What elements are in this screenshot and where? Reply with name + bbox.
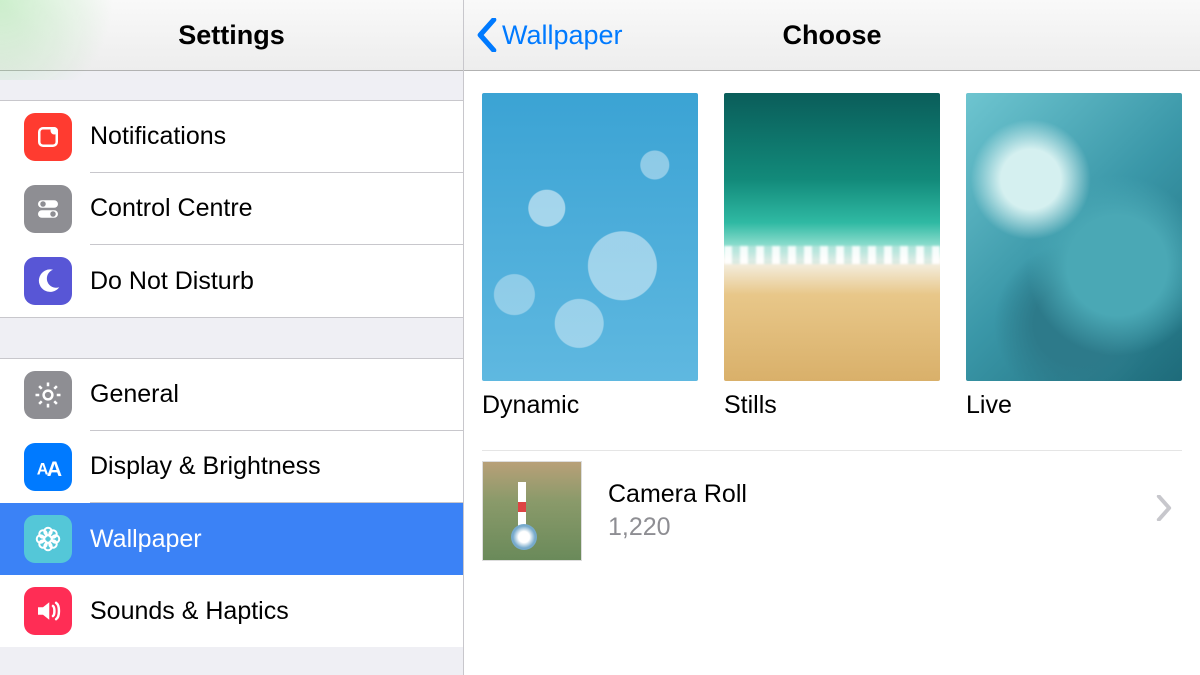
detail-body: Dynamic Stills Live Camera Roll 1,220: [464, 71, 1200, 570]
settings-sidebar: Settings Notifications Control Centre: [0, 0, 464, 675]
group-separator: [0, 71, 463, 101]
back-button[interactable]: Wallpaper: [464, 18, 623, 52]
sidebar-item-label: General: [90, 380, 179, 409]
category-label: Dynamic: [482, 391, 698, 420]
sidebar-item-label: Notifications: [90, 122, 226, 151]
general-icon: [24, 371, 72, 419]
detail-title: Choose: [782, 20, 881, 51]
sidebar-header: Settings: [0, 0, 463, 71]
do-not-disturb-icon: [24, 257, 72, 305]
app-root: Settings Notifications Control Centre: [0, 0, 1200, 675]
category-label: Live: [966, 391, 1182, 420]
category-label: Stills: [724, 391, 940, 420]
albums-list: Camera Roll 1,220: [482, 450, 1182, 570]
stills-thumbnail: [724, 93, 940, 381]
sidebar-item-label: Display & Brightness: [90, 452, 321, 481]
wallpaper-categories: Dynamic Stills Live: [482, 93, 1182, 420]
sidebar-item-sounds-haptics[interactable]: Sounds & Haptics: [0, 575, 463, 647]
album-thumbnail: [482, 461, 582, 561]
sidebar-item-label: Wallpaper: [90, 525, 202, 554]
sidebar-item-general[interactable]: General: [0, 359, 463, 431]
svg-text:A: A: [47, 457, 62, 481]
album-count: 1,220: [608, 513, 1156, 542]
sidebar-item-control-centre[interactable]: Control Centre: [0, 173, 463, 245]
detail-pane: Wallpaper Choose Dynamic Stills Live: [464, 0, 1200, 675]
sidebar-item-wallpaper[interactable]: Wallpaper: [0, 503, 463, 575]
sidebar-group-1: Notifications Control Centre Do Not Dist…: [0, 101, 463, 317]
control-centre-icon: [24, 185, 72, 233]
live-thumbnail: [966, 93, 1182, 381]
chevron-right-icon: [1156, 495, 1172, 526]
detail-header: Wallpaper Choose: [464, 0, 1200, 71]
back-label: Wallpaper: [502, 20, 623, 51]
group-separator: [0, 317, 463, 359]
sidebar-item-display-brightness[interactable]: AA Display & Brightness: [0, 431, 463, 503]
category-dynamic[interactable]: Dynamic: [482, 93, 698, 420]
category-stills[interactable]: Stills: [724, 93, 940, 420]
chevron-left-icon: [476, 18, 498, 52]
sidebar-item-notifications[interactable]: Notifications: [0, 101, 463, 173]
sounds-haptics-icon: [24, 587, 72, 635]
display-brightness-icon: AA: [24, 443, 72, 491]
album-title: Camera Roll: [608, 480, 1156, 509]
album-camera-roll[interactable]: Camera Roll 1,220: [482, 450, 1182, 570]
sidebar-item-label: Sounds & Haptics: [90, 597, 289, 626]
notifications-icon: [24, 113, 72, 161]
category-live[interactable]: Live: [966, 93, 1182, 420]
sidebar-item-label: Control Centre: [90, 194, 253, 223]
album-info: Camera Roll 1,220: [608, 480, 1156, 542]
dynamic-thumbnail: [482, 93, 698, 381]
wallpaper-icon: [24, 515, 72, 563]
sidebar-item-label: Do Not Disturb: [90, 267, 254, 296]
sidebar-title: Settings: [178, 20, 285, 51]
sidebar-group-2: General AA Display & Brightness Wallpape…: [0, 359, 463, 647]
sidebar-item-do-not-disturb[interactable]: Do Not Disturb: [0, 245, 463, 317]
